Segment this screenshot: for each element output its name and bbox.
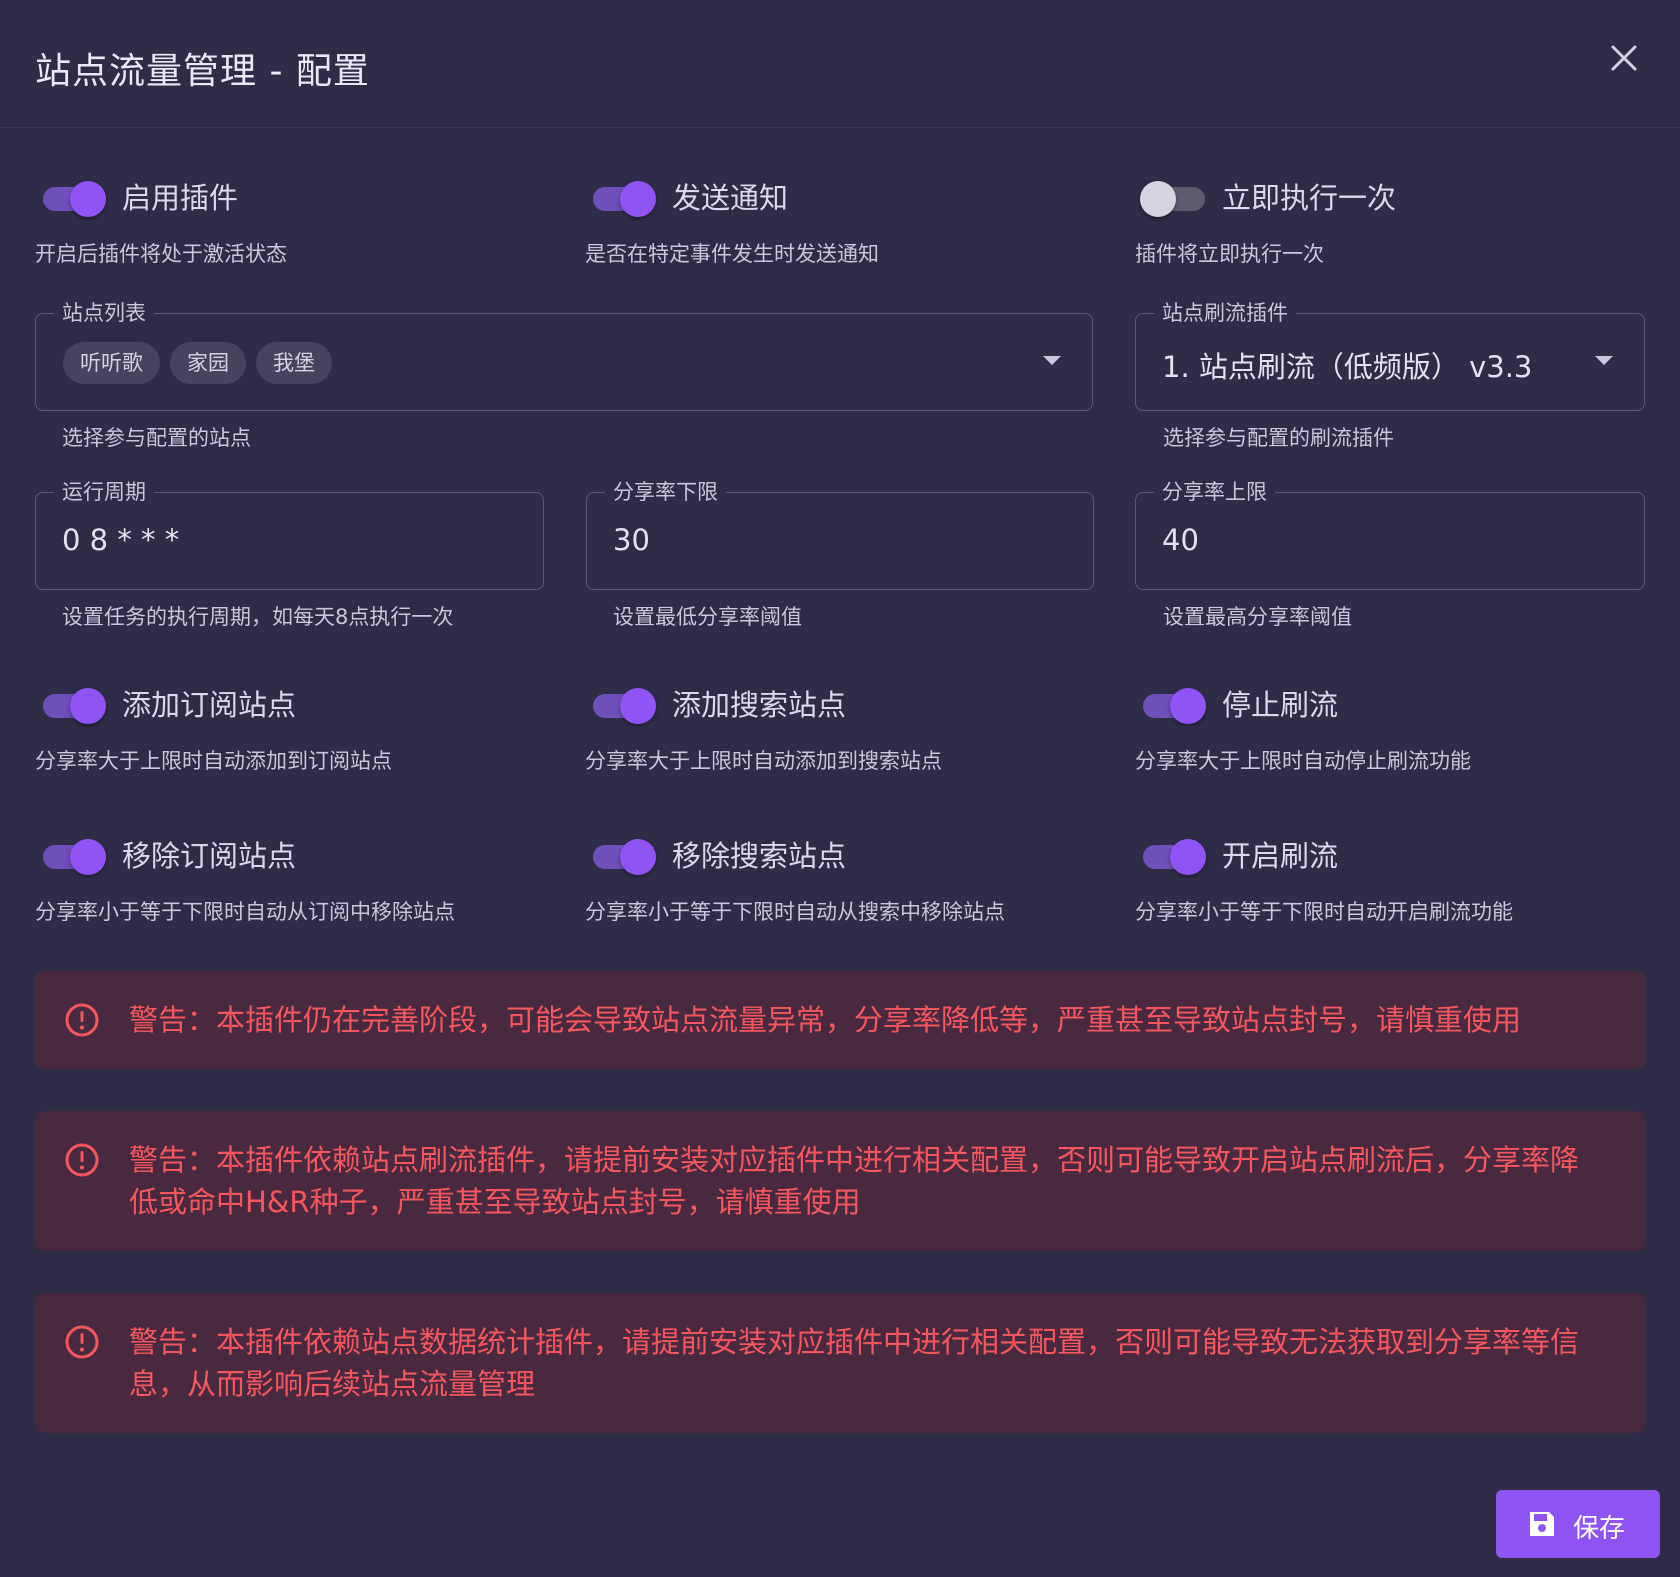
- dialog-header: 站点流量管理 - 配置: [0, 0, 1680, 128]
- site-list-hint: 选择参与配置的站点: [62, 426, 251, 450]
- cron-hint: 设置任务的执行周期，如每天8点执行一次: [62, 605, 454, 629]
- ratio-low-label: 分享率下限: [605, 478, 726, 506]
- remove-search-site-label: 移除搜索站点: [672, 839, 847, 873]
- alert-circle-icon: [65, 1003, 99, 1037]
- add-subscribe-site-hint: 分享率大于上限时自动添加到订阅站点: [35, 749, 392, 773]
- brush-plugin-label: 站点刷流插件: [1154, 299, 1296, 327]
- stop-brush-hint: 分享率大于上限时自动停止刷流功能: [1135, 749, 1471, 773]
- caret-down-icon[interactable]: [1595, 356, 1613, 365]
- enable-plugin-switch[interactable]: [39, 178, 109, 218]
- alert-circle-icon: [65, 1325, 99, 1359]
- run-once-label: 立即执行一次: [1222, 181, 1397, 215]
- warning-text: 警告：本插件仍在完善阶段，可能会导致站点流量异常，分享率降低等，严重甚至导致站点…: [129, 1003, 1522, 1037]
- ratio-low-hint: 设置最低分享率阈值: [613, 605, 802, 629]
- run-once-switch[interactable]: [1139, 178, 1209, 218]
- add-subscribe-site-switch[interactable]: [39, 685, 109, 725]
- brush-plugin-select[interactable]: 站点刷流插件 1. 站点刷流（低频版） v3.3: [1135, 299, 1645, 411]
- ratio-low-field[interactable]: 分享率下限 30: [586, 478, 1094, 590]
- site-chip[interactable]: 我堡: [256, 342, 332, 384]
- ratio-high-hint: 设置最高分享率阈值: [1163, 605, 1352, 629]
- ratio-high-field[interactable]: 分享率上限 40: [1135, 478, 1645, 590]
- enable-plugin-label: 启用插件: [122, 181, 239, 215]
- config-dialog: 站点流量管理 - 配置 启用插件 开启后插件将处于激活状态 发送通知 是否在特定…: [0, 0, 1680, 1577]
- send-notification-label: 发送通知: [672, 181, 789, 215]
- remove-subscribe-site-hint: 分享率小于等于下限时自动从订阅中移除站点: [35, 900, 455, 924]
- start-brush-label: 开启刷流: [1222, 839, 1339, 873]
- caret-down-icon[interactable]: [1043, 356, 1061, 365]
- stop-brush-switch[interactable]: [1139, 685, 1209, 725]
- ratio-low-value: 30: [613, 523, 650, 557]
- remove-search-site-hint: 分享率小于等于下限时自动从搜索中移除站点: [585, 900, 1005, 924]
- add-subscribe-site-label: 添加订阅站点: [122, 688, 297, 722]
- start-brush-switch[interactable]: [1139, 836, 1209, 876]
- site-list-select[interactable]: 站点列表 听听歌 家园 我堡: [35, 299, 1093, 411]
- warning-alert: 警告：本插件仍在完善阶段，可能会导致站点流量异常，分享率降低等，严重甚至导致站点…: [35, 971, 1645, 1069]
- stop-brush-label: 停止刷流: [1222, 688, 1339, 722]
- dialog-title: 站点流量管理 - 配置: [35, 51, 370, 92]
- add-search-site-hint: 分享率大于上限时自动添加到搜索站点: [585, 749, 942, 773]
- cron-label: 运行周期: [54, 478, 154, 506]
- add-search-site-switch[interactable]: [589, 685, 659, 725]
- ratio-high-value: 40: [1162, 523, 1199, 557]
- warning-text: 警告：本插件依赖站点数据统计插件，请提前安装对应插件中进行相关配置，否则可能导致…: [129, 1325, 1580, 1401]
- site-chip[interactable]: 听听歌: [63, 342, 160, 384]
- site-list-label: 站点列表: [54, 299, 154, 327]
- save-button[interactable]: 保存: [1496, 1490, 1660, 1558]
- warning-alert: 警告：本插件依赖站点数据统计插件，请提前安装对应插件中进行相关配置，否则可能导致…: [35, 1293, 1645, 1433]
- warning-alert: 警告：本插件依赖站点刷流插件，请提前安装对应插件中进行相关配置，否则可能导致开启…: [35, 1111, 1645, 1251]
- start-brush-hint: 分享率小于等于下限时自动开启刷流功能: [1135, 900, 1513, 924]
- alert-circle-icon: [65, 1143, 99, 1177]
- send-notification-hint: 是否在特定事件发生时发送通知: [585, 242, 879, 266]
- warning-text: 警告：本插件依赖站点刷流插件，请提前安装对应插件中进行相关配置，否则可能导致开启…: [129, 1143, 1580, 1219]
- remove-subscribe-site-switch[interactable]: [39, 836, 109, 876]
- ratio-high-label: 分享率上限: [1154, 478, 1275, 506]
- run-once-hint: 插件将立即执行一次: [1135, 242, 1324, 266]
- brush-plugin-value: 1. 站点刷流（低频版） v3.3: [1162, 350, 1533, 384]
- enable-plugin-hint: 开启后插件将处于激活状态: [35, 242, 287, 266]
- remove-subscribe-site-label: 移除订阅站点: [122, 839, 297, 873]
- floppy-disk-icon: [1530, 1512, 1554, 1536]
- send-notification-switch[interactable]: [589, 178, 659, 218]
- site-chip[interactable]: 家园: [170, 342, 246, 384]
- cron-field[interactable]: 运行周期 0 8 * * *: [35, 478, 544, 590]
- add-search-site-label: 添加搜索站点: [672, 688, 847, 722]
- remove-search-site-switch[interactable]: [589, 836, 659, 876]
- cron-value: 0 8 * * *: [62, 523, 180, 557]
- save-label: 保存: [1573, 1514, 1626, 1544]
- brush-plugin-hint: 选择参与配置的刷流插件: [1163, 426, 1394, 450]
- close-icon[interactable]: [1604, 38, 1644, 78]
